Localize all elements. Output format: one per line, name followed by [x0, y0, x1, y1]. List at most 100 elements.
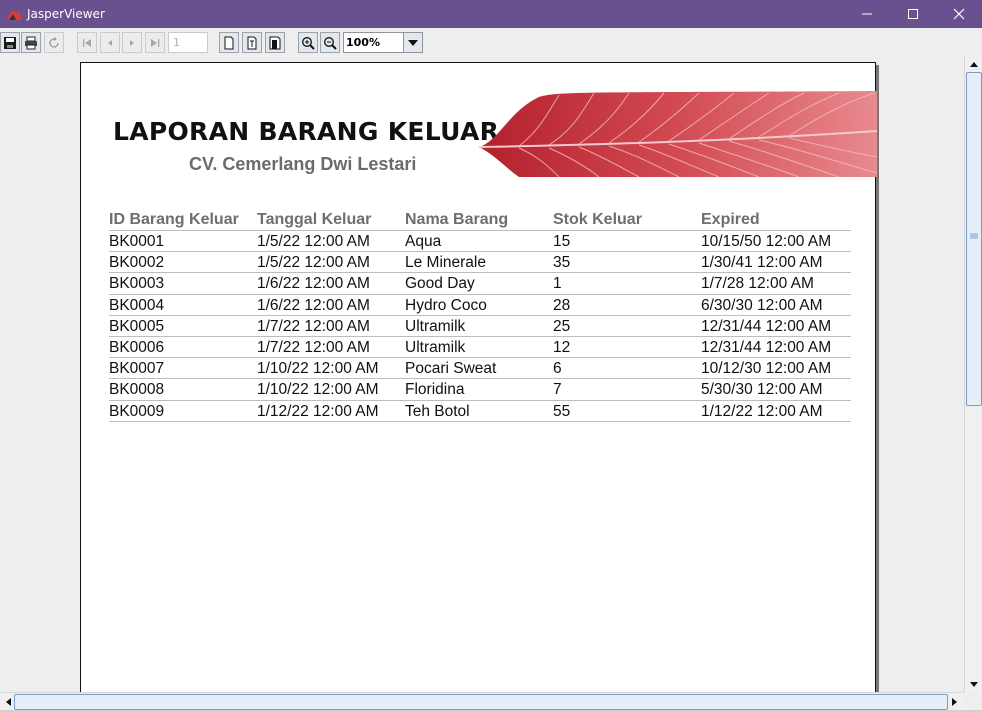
cell-stock: 12	[553, 338, 571, 356]
cell-name: Ultramilk	[405, 338, 466, 356]
vertical-scroll-thumb[interactable]	[966, 72, 982, 406]
maximize-icon	[908, 9, 918, 19]
arrow-right-icon	[951, 698, 957, 706]
grip-icon	[970, 233, 978, 239]
cell-date: 1/6/22 12:00 AM	[257, 296, 370, 314]
close-icon	[953, 8, 965, 20]
cell-date: 1/7/22 12:00 AM	[257, 317, 370, 335]
minimize-button[interactable]	[844, 0, 890, 28]
table-row: BK0001 1/5/22 12:00 AM Aqua 15 10/15/50 …	[109, 231, 851, 253]
cell-date: 1/10/22 12:00 AM	[257, 360, 379, 378]
cell-date: 1/12/22 12:00 AM	[257, 402, 379, 420]
cell-id: BK0005	[109, 317, 165, 335]
cell-expired: 6/30/30 12:00 AM	[701, 296, 823, 314]
cell-name: Le Minerale	[405, 254, 486, 272]
report-page: LAPORAN BARANG KELUAR CV. Cemerlang Dwi …	[80, 62, 877, 692]
cell-stock: 55	[553, 402, 571, 420]
cell-name: Ultramilk	[405, 317, 466, 335]
last-page-icon	[151, 38, 160, 47]
table-row: BK0006 1/7/22 12:00 AM Ultramilk 12 12/3…	[109, 337, 851, 359]
report-title: LAPORAN BARANG KELUAR	[113, 117, 500, 146]
cell-id: BK0008	[109, 381, 165, 399]
fit-page-button[interactable]	[242, 32, 262, 53]
table-row: BK0009 1/12/22 12:00 AM Teh Botol 55 1/1…	[109, 401, 851, 422]
last-page-button[interactable]	[145, 32, 165, 53]
table-row: BK0004 1/6/22 12:00 AM Hydro Coco 28 6/3…	[109, 295, 851, 316]
vertical-scrollbar[interactable]	[964, 56, 982, 692]
window-title: JasperViewer	[27, 7, 105, 21]
fit-width-icon	[269, 36, 281, 49]
arrow-left-icon	[5, 698, 11, 706]
fit-page-icon	[247, 36, 257, 49]
horizontal-scroll-thumb[interactable]	[14, 694, 948, 710]
actual-size-button[interactable]	[219, 32, 239, 53]
jasper-logo-icon	[6, 10, 22, 20]
cell-date: 1/7/22 12:00 AM	[257, 338, 370, 356]
cell-name: Floridina	[405, 381, 465, 399]
cell-expired: 5/30/30 12:00 AM	[701, 381, 823, 399]
arrow-up-icon	[970, 61, 978, 67]
table-row: BK0008 1/10/22 12:00 AM Floridina 7 5/30…	[109, 379, 851, 401]
cell-expired: 1/12/22 12:00 AM	[701, 402, 823, 420]
next-page-button[interactable]	[122, 32, 142, 53]
cell-date: 1/10/22 12:00 AM	[257, 381, 379, 399]
cell-date: 1/6/22 12:00 AM	[257, 275, 370, 293]
toolbar: 1	[0, 28, 982, 56]
zoom-select[interactable]: 100%	[343, 32, 423, 53]
scroll-down-button[interactable]	[966, 676, 982, 692]
previous-page-button[interactable]	[100, 32, 120, 53]
cell-name: Pocari Sweat	[405, 360, 497, 378]
page-number-input[interactable]: 1	[168, 32, 208, 53]
cell-stock: 28	[553, 296, 571, 314]
cell-stock: 7	[553, 381, 562, 399]
print-button[interactable]	[21, 32, 41, 53]
zoom-value: 100%	[346, 36, 380, 49]
report-viewport[interactable]: LAPORAN BARANG KELUAR CV. Cemerlang Dwi …	[0, 56, 964, 692]
column-header-date: Tanggal Keluar	[257, 211, 372, 228]
fit-width-button[interactable]	[265, 32, 285, 53]
maximize-button[interactable]	[890, 0, 936, 28]
save-button[interactable]	[0, 32, 20, 53]
cell-expired: 10/12/30 12:00 AM	[701, 360, 832, 378]
minimize-icon	[862, 13, 872, 15]
zoom-in-button[interactable]	[298, 32, 318, 53]
cell-id: BK0001	[109, 233, 165, 250]
report-table: ID Barang Keluar Tanggal Keluar Nama Bar…	[109, 209, 851, 422]
table-header-row: ID Barang Keluar Tanggal Keluar Nama Bar…	[109, 209, 851, 231]
scroll-right-button[interactable]	[946, 694, 962, 710]
previous-page-icon	[108, 39, 112, 46]
cell-name: Aqua	[405, 233, 442, 250]
cell-stock: 15	[553, 233, 571, 250]
table-row: BK0005 1/7/22 12:00 AM Ultramilk 25 12/3…	[109, 316, 851, 337]
cell-stock: 1	[553, 275, 562, 293]
zoom-dropdown-button[interactable]	[403, 33, 422, 52]
reload-button[interactable]	[44, 32, 64, 53]
cell-date: 1/5/22 12:00 AM	[257, 254, 370, 272]
first-page-button[interactable]	[77, 32, 97, 53]
save-icon	[4, 36, 16, 49]
cell-date: 1/5/22 12:00 AM	[257, 233, 370, 250]
table-row: BK0003 1/6/22 12:00 AM Good Day 1 1/7/28…	[109, 273, 851, 295]
zoom-out-icon	[324, 36, 337, 50]
column-header-id: ID Barang Keluar	[109, 211, 239, 228]
zoom-out-button[interactable]	[320, 32, 340, 53]
printer-icon	[25, 36, 37, 49]
column-header-name: Nama Barang	[405, 211, 509, 228]
horizontal-scrollbar[interactable]	[0, 692, 964, 710]
leaf-banner-image	[479, 91, 877, 177]
cell-name: Teh Botol	[405, 402, 470, 420]
cell-stock: 35	[553, 254, 571, 272]
scroll-up-button[interactable]	[966, 56, 982, 72]
cell-expired: 12/31/44 12:00 AM	[701, 317, 832, 335]
cell-id: BK0002	[109, 254, 165, 272]
report-subtitle: CV. Cemerlang Dwi Lestari	[189, 154, 417, 174]
actual-size-icon	[224, 36, 234, 49]
cell-id: BK0007	[109, 360, 165, 378]
next-page-icon	[130, 39, 134, 46]
scrollbar-corner	[964, 692, 982, 712]
zoom-in-icon	[302, 36, 315, 50]
cell-name: Hydro Coco	[405, 296, 487, 314]
table-row: BK0002 1/5/22 12:00 AM Le Minerale 35 1/…	[109, 252, 851, 274]
column-header-expired: Expired	[701, 211, 760, 228]
close-button[interactable]	[936, 0, 982, 28]
